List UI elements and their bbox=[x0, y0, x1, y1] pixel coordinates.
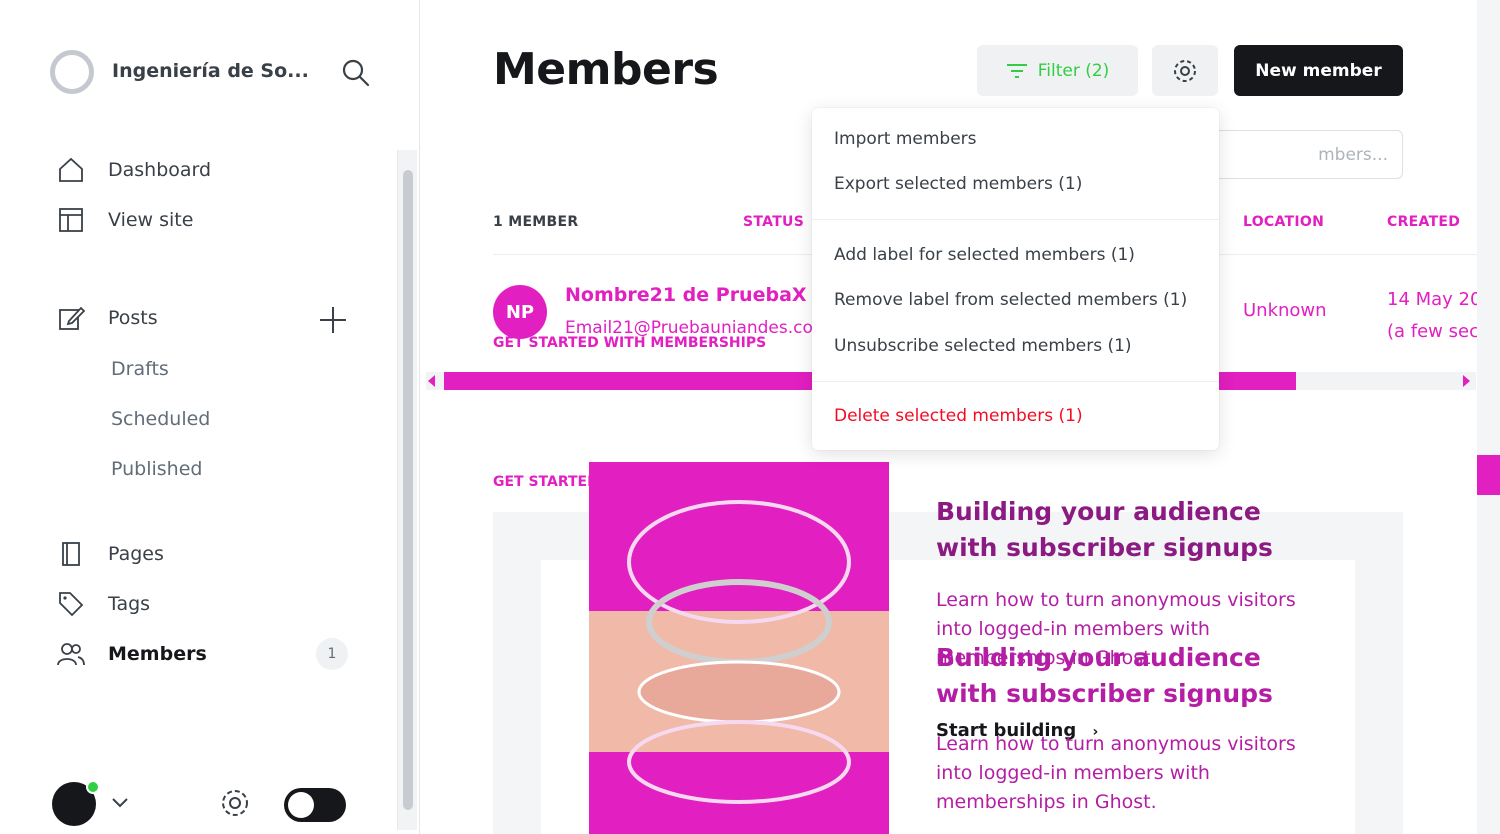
add-post-icon[interactable] bbox=[316, 303, 350, 337]
filter-button[interactable]: Filter (2) bbox=[977, 45, 1138, 96]
filter-icon bbox=[1006, 63, 1027, 78]
filter-button-label: Filter (2) bbox=[1037, 60, 1110, 81]
search-icon[interactable] bbox=[340, 57, 372, 89]
user-avatar[interactable] bbox=[52, 780, 100, 826]
nav-dashboard[interactable]: Dashboard bbox=[56, 152, 356, 188]
col-header-location[interactable]: LOCATION bbox=[1243, 214, 1324, 230]
nav-pages[interactable]: Pages bbox=[56, 536, 356, 572]
col-header-status[interactable]: STATUS bbox=[743, 214, 804, 230]
menu-export-members[interactable]: Export selected members (1) bbox=[834, 174, 1082, 194]
nav-members[interactable]: Members bbox=[56, 636, 356, 672]
card-description-duplicate: Learn how to turn anonymous visitors int… bbox=[936, 733, 1296, 813]
menu-delete-members[interactable]: Delete selected members (1) bbox=[834, 406, 1083, 426]
nav-tags-label: Tags bbox=[108, 593, 151, 615]
col-header-members: 1 MEMBER bbox=[493, 214, 579, 230]
nav-dashboard-label: Dashboard bbox=[108, 159, 212, 181]
nav-tags[interactable]: Tags bbox=[56, 586, 356, 622]
scroll-right-arrow[interactable] bbox=[1463, 375, 1470, 387]
member-name[interactable]: Nombre21 de PruebaX bbox=[565, 284, 807, 306]
site-name[interactable]: Ingeniería de So... bbox=[112, 60, 309, 82]
card-title: Building your audience with subscriber s… bbox=[936, 497, 1273, 562]
search-members-input[interactable]: mbers... bbox=[1211, 130, 1403, 179]
nav-posts-label: Posts bbox=[108, 307, 158, 329]
col-header-created[interactable]: CREATED bbox=[1387, 214, 1460, 230]
nav-drafts[interactable]: Drafts bbox=[111, 351, 411, 387]
settings-gear-icon[interactable] bbox=[218, 786, 252, 824]
page-title: Members bbox=[493, 44, 719, 95]
online-status-dot bbox=[86, 780, 100, 794]
member-created-date: 14 May 20 bbox=[1387, 289, 1482, 310]
members-icon bbox=[56, 639, 86, 669]
members-actions-button[interactable] bbox=[1152, 45, 1218, 96]
member-avatar: NP bbox=[493, 285, 547, 339]
get-started-label: GET STARTED WITH MEMBERSHIPS bbox=[493, 335, 767, 351]
edit-icon bbox=[56, 303, 86, 333]
card-title-duplicate: Building your audience with subscriber s… bbox=[936, 643, 1273, 708]
nav-published[interactable]: Published bbox=[111, 451, 411, 487]
member-location: Unknown bbox=[1243, 300, 1327, 321]
menu-divider bbox=[812, 381, 1219, 382]
member-created: 14 May 20 (a few sec bbox=[1387, 284, 1481, 348]
nav-view-site-label: View site bbox=[108, 209, 194, 231]
main-vertical-scrollbar[interactable] bbox=[1477, 0, 1500, 834]
sidebar-scrollbar[interactable] bbox=[397, 150, 417, 830]
nav-scheduled[interactable]: Scheduled bbox=[111, 401, 411, 437]
nav-members-label: Members bbox=[108, 643, 207, 665]
gear-icon bbox=[1174, 59, 1196, 82]
member-created-relative: (a few sec bbox=[1387, 321, 1479, 342]
menu-remove-label[interactable]: Remove label from selected members (1) bbox=[834, 290, 1187, 310]
card-illustration bbox=[589, 462, 889, 834]
nav-view-site[interactable]: View site bbox=[56, 202, 356, 238]
sidebar: Ingeniería de So... Dashboard View site … bbox=[0, 0, 420, 834]
nav-posts[interactable]: Posts bbox=[56, 300, 356, 336]
tag-icon bbox=[56, 589, 86, 619]
layout-icon bbox=[56, 205, 86, 235]
menu-unsubscribe[interactable]: Unsubscribe selected members (1) bbox=[834, 336, 1132, 356]
page-icon bbox=[56, 539, 86, 569]
site-logo[interactable] bbox=[50, 50, 94, 94]
menu-add-label[interactable]: Add label for selected members (1) bbox=[834, 245, 1135, 265]
menu-divider bbox=[812, 219, 1219, 220]
new-member-button[interactable]: New member bbox=[1234, 45, 1403, 96]
chevron-down-icon[interactable] bbox=[110, 795, 130, 815]
menu-import-members[interactable]: Import members bbox=[834, 129, 977, 149]
members-count-badge: 1 bbox=[316, 638, 348, 670]
members-actions-menu: Import members Export selected members (… bbox=[812, 108, 1219, 450]
nav-pages-label: Pages bbox=[108, 543, 164, 565]
home-icon bbox=[56, 155, 86, 185]
scroll-left-arrow[interactable] bbox=[428, 375, 435, 387]
dark-mode-toggle[interactable] bbox=[284, 788, 346, 822]
